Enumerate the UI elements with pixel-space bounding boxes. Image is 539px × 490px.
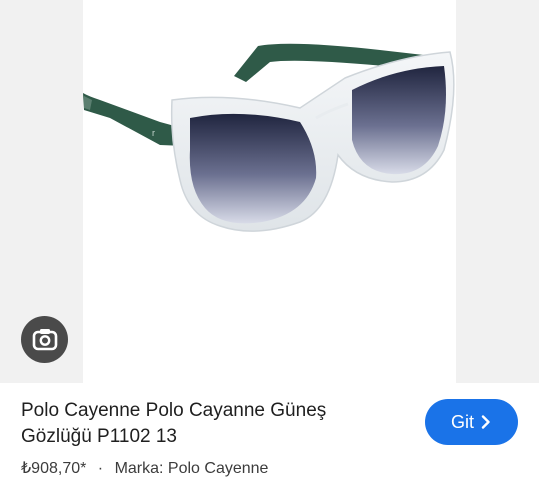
product-price: ₺908,70*: [21, 460, 87, 477]
product-image-sunglasses[interactable]: r: [0, 0, 539, 383]
product-meta: ₺908,70* · Marka: Polo Cayenne: [21, 458, 268, 480]
go-button-label: Git: [450, 411, 474, 432]
lens-search-button[interactable]: [21, 316, 68, 363]
product-brand: Marka: Polo Cayenne: [114, 460, 269, 477]
google-lens-camera-icon: [32, 328, 57, 350]
product-title[interactable]: Polo Cayenne Polo Cayanne Güneş Gözlüğü …: [21, 398, 401, 450]
product-image-area[interactable]: r: [0, 0, 539, 383]
chevron-right-icon: [481, 415, 490, 429]
meta-separator: ·: [97, 460, 104, 477]
svg-text:r: r: [152, 128, 155, 138]
go-button[interactable]: Git: [425, 399, 518, 445]
